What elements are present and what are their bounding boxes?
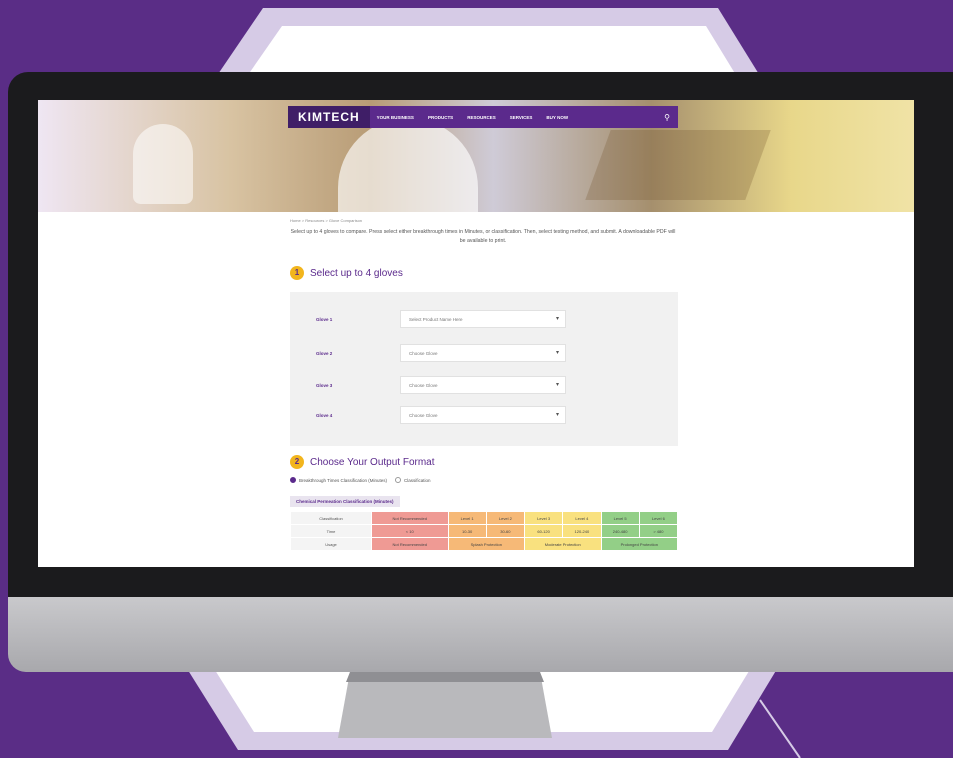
select-value: Select Product Name Here <box>409 316 463 322</box>
glove-row: Glove 4 Choose Glove ▾ <box>316 406 566 424</box>
glove-3-select[interactable]: Choose Glove ▾ <box>400 376 566 394</box>
browser-screen: KIMTECH YOUR BUSINESS PRODUCTS RESOURCES… <box>38 100 914 567</box>
step-1-heading: 1 Select up to 4 gloves <box>290 266 403 280</box>
chevron-down-icon: ▾ <box>555 382 559 388</box>
table-cell: 10-30 <box>447 524 487 538</box>
monitor-stand <box>330 672 560 738</box>
row-header: Usage <box>290 537 372 551</box>
select-value: Choose Glove <box>409 412 438 418</box>
glove-label: Glove 2 <box>316 350 333 356</box>
table-cell: Level 3 <box>523 511 564 525</box>
table-cell: Level 2 <box>485 511 526 525</box>
radio-classification[interactable] <box>395 477 402 483</box>
glove-label: Glove 1 <box>316 316 333 322</box>
table-cell: Prolonged Protection <box>600 537 678 551</box>
nav-your-business[interactable]: YOUR BUSINESS <box>370 115 421 120</box>
glove-selection-panel: Glove 1 Select Product Name Here ▾ Glove… <box>290 292 678 446</box>
table-title: Chemical Permeation Classification (Minu… <box>290 496 400 507</box>
hero-lab-figure <box>338 118 478 212</box>
nav-resources[interactable]: RESOURCES <box>460 115 503 120</box>
monitor-chin <box>8 597 953 672</box>
glove-label: Glove 4 <box>316 412 333 418</box>
breadcrumb[interactable]: Home > Resources > Glove Comparison <box>290 218 362 223</box>
nav-services[interactable]: SERVICES <box>503 115 540 120</box>
table-cell: Moderate Protection <box>524 537 602 551</box>
step-number-badge: 1 <box>290 266 304 280</box>
table-cell: > 480 <box>638 524 679 538</box>
classification-table: Chemical Permeation Classification (Minu… <box>290 490 679 551</box>
table-cell: 120-240 <box>562 524 602 538</box>
chevron-down-icon: ▾ <box>555 350 559 356</box>
table-cell: Not Recommended <box>371 537 449 551</box>
chevron-down-icon: ▾ <box>555 412 559 418</box>
glove-2-select[interactable]: Choose Glove ▾ <box>400 344 566 362</box>
table-cell: 60-120 <box>523 524 564 538</box>
search-icon[interactable]: ⚲ <box>664 113 678 122</box>
radio-label: Breakthrough Times Classification (Minut… <box>299 477 388 483</box>
step-number-badge: 2 <box>290 455 304 469</box>
step-title: Select up to 4 gloves <box>310 267 403 279</box>
table-cell: Level 4 <box>562 511 602 525</box>
radio-label: Classification <box>404 477 431 483</box>
select-value: Choose Glove <box>409 382 438 388</box>
top-navbar: KIMTECH YOUR BUSINESS PRODUCTS RESOURCES… <box>288 106 678 128</box>
glove-1-select[interactable]: Select Product Name Here ▾ <box>400 310 566 328</box>
step-2-heading: 2 Choose Your Output Format <box>290 455 435 469</box>
glove-row: Glove 2 Choose Glove ▾ <box>316 344 566 362</box>
nav-buy-now[interactable]: BUY NOW <box>539 115 575 120</box>
chevron-down-icon: ▾ <box>555 316 559 322</box>
table-row: Time < 10 10-30 30-60 60-120 120-240 240… <box>290 524 679 538</box>
intro-text: Select up to 4 gloves to compare. Press … <box>290 229 676 244</box>
table-cell: Level 1 <box>447 511 487 525</box>
table-cell: 240-480 <box>600 524 640 538</box>
kimtech-logo[interactable]: KIMTECH <box>288 106 370 128</box>
step-title: Choose Your Output Format <box>310 456 435 468</box>
hero-lab-figure <box>133 124 193 204</box>
radio-breakthrough-times[interactable] <box>290 477 296 483</box>
table-cell: Level 5 <box>600 511 640 525</box>
hero-banner: KIMTECH YOUR BUSINESS PRODUCTS RESOURCES… <box>38 100 914 212</box>
hero-lab-equipment <box>585 130 771 200</box>
glove-row: Glove 1 Select Product Name Here ▾ <box>316 310 566 328</box>
row-header: Classification <box>290 511 372 525</box>
table-row: Usage Not Recommended Splash Protection … <box>290 537 678 551</box>
glove-label: Glove 3 <box>316 382 333 388</box>
nav-products[interactable]: PRODUCTS <box>421 115 460 120</box>
table-row: Classification Not Recommended Level 1 L… <box>290 511 679 525</box>
table-cell: Splash Protection <box>447 537 525 551</box>
table-cell: Level 6 <box>638 511 679 525</box>
table-cell: Not Recommended <box>371 511 449 525</box>
output-format-options: Breakthrough Times Classification (Minut… <box>290 477 431 483</box>
glove-row: Glove 3 Choose Glove ▾ <box>316 376 566 394</box>
table-cell: 30-60 <box>485 524 526 538</box>
glove-4-select[interactable]: Choose Glove ▾ <box>400 406 566 424</box>
select-value: Choose Glove <box>409 350 438 356</box>
classification-grid: Classification Not Recommended Level 1 L… <box>290 511 679 551</box>
table-cell: < 10 <box>371 524 449 538</box>
row-header: Time <box>290 524 372 538</box>
